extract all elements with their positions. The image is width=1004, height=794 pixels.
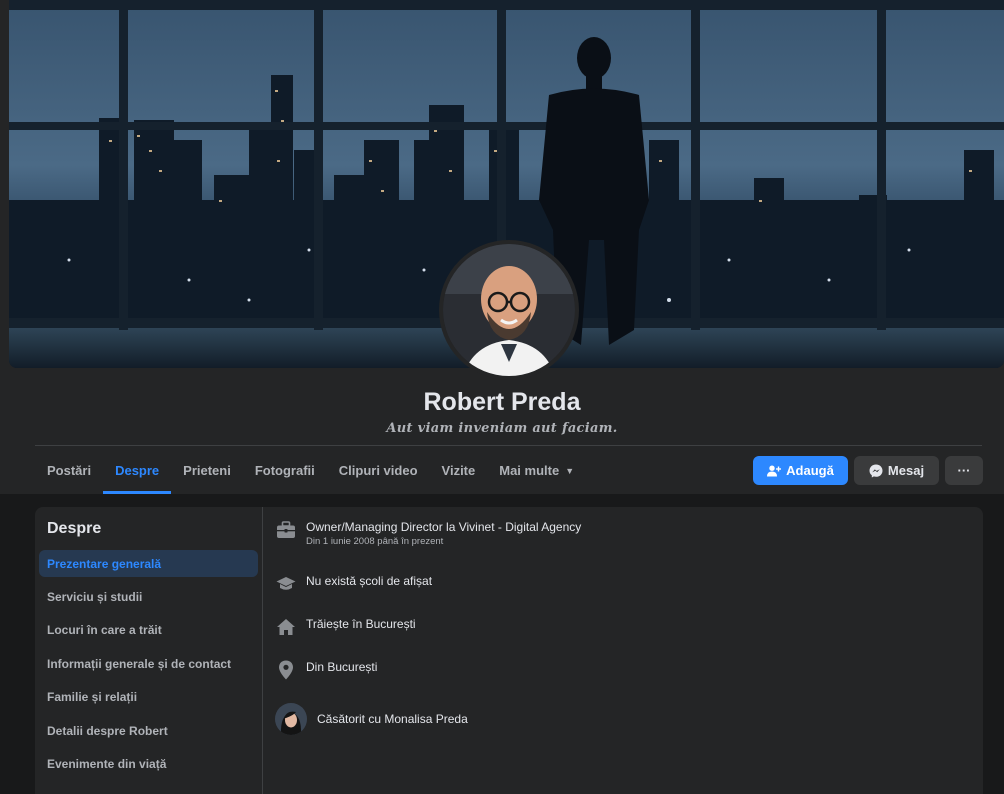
relationship-text[interactable]: Căsătorit cu Monalisa Preda [317, 711, 468, 727]
profile-motto: Aut viam inveniam aut faciam. [386, 421, 618, 436]
sidebar-item-family[interactable]: Familie și relații [39, 683, 258, 710]
tab-videos[interactable]: Clipuri video [327, 447, 430, 494]
about-row-school: Nu există școli de afișat [275, 573, 432, 595]
tab-posts[interactable]: Postări [35, 447, 103, 494]
location-pin-icon [275, 659, 297, 681]
tab-friends[interactable]: Prieteni [171, 447, 243, 494]
about-row-work: Owner/Managing Director la Vivinet - Dig… [275, 519, 581, 548]
add-friend-icon [767, 465, 782, 476]
spouse-avatar[interactable] [275, 703, 307, 735]
about-sidebar: Despre Prezentare generală Serviciu și s… [35, 507, 263, 794]
tab-checkins[interactable]: Vizite [430, 447, 488, 494]
from-text[interactable]: Din București [306, 659, 377, 675]
messenger-icon [869, 464, 883, 477]
sidebar-item-details[interactable]: Detalii despre Robert [39, 717, 258, 744]
message-button[interactable]: Mesaj [854, 456, 939, 485]
tab-about[interactable]: Despre [103, 447, 172, 494]
profile-name: Robert Preda [423, 388, 581, 416]
home-icon [275, 616, 297, 638]
more-options-button[interactable]: ··· [945, 456, 983, 485]
school-text: Nu există școli de afișat [306, 574, 433, 588]
caret-down-icon: ▼ [565, 465, 575, 476]
about-row-relationship: Căsătorit cu Monalisa Preda [275, 703, 468, 735]
work-text[interactable]: Owner/Managing Director la Vivinet - Dig… [306, 519, 581, 535]
add-friend-button[interactable]: Adaugă [753, 456, 848, 485]
graduation-cap-icon [275, 573, 297, 595]
work-dates: Din 1 iunie 2008 până în prezent [306, 536, 444, 547]
tab-photos[interactable]: Fotografii [243, 447, 327, 494]
lives-text[interactable]: Trăiește în București [306, 616, 416, 632]
sidebar-item-life-events[interactable]: Evenimente din viață [39, 750, 258, 777]
sidebar-item-work-education[interactable]: Serviciu și studii [39, 583, 258, 610]
briefcase-icon [275, 519, 297, 541]
sidebar-item-overview[interactable]: Prezentare generală [39, 550, 258, 577]
sidebar-item-places-lived[interactable]: Locuri în care a trăit [39, 616, 258, 643]
more-dots-icon: ··· [957, 463, 971, 478]
sidebar-item-contact-info[interactable]: Informații generale și de contact [39, 650, 258, 677]
about-card: Despre Prezentare generală Serviciu și s… [35, 507, 983, 794]
profile-tabs: Postări Despre Prieteni Fotografii Clipu… [35, 447, 586, 494]
about-row-from: Din București [275, 659, 377, 681]
tab-more[interactable]: Mai multe ▼ [487, 447, 586, 494]
profile-avatar[interactable] [439, 240, 579, 380]
about-title: Despre [47, 520, 102, 537]
header-divider [35, 445, 982, 446]
about-row-lives: Trăiește în București [275, 616, 416, 638]
